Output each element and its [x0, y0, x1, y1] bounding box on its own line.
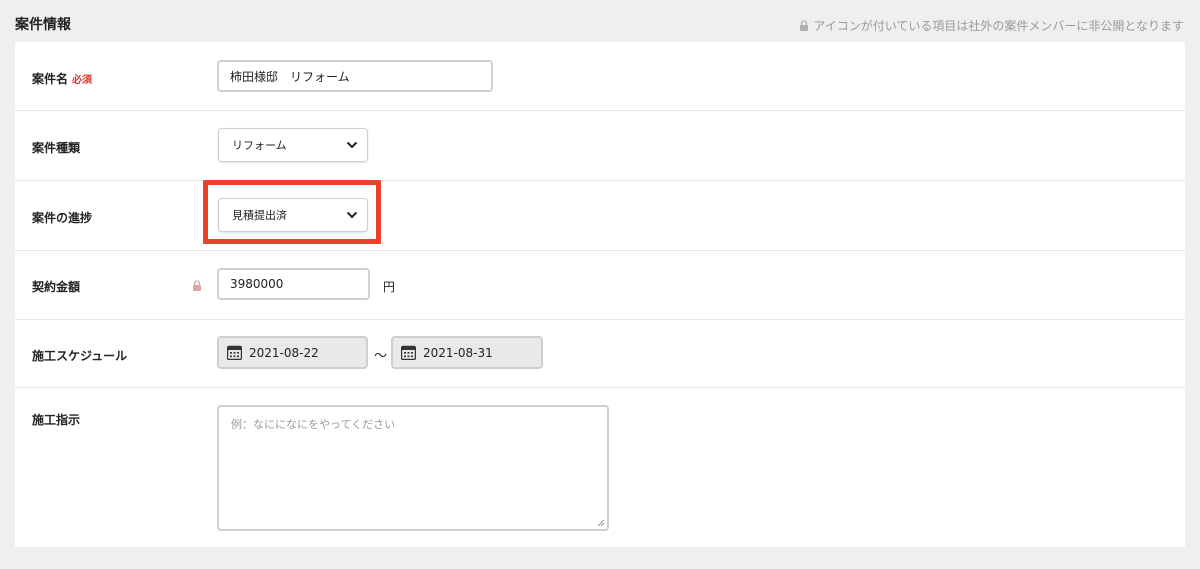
instructions-textarea[interactable]: 例：なにになにをやってください [217, 405, 609, 531]
schedule-end-date[interactable]: 2021-08-31 [391, 336, 543, 369]
contract-amount-input[interactable]: 3980000 [217, 268, 370, 300]
project-type-value: リフォーム [232, 139, 287, 152]
project-name-input[interactable]: 柿田様邸 リフォーム [217, 60, 493, 92]
project-progress-value: 見積提出済 [232, 209, 287, 222]
required-badge: 必須 [72, 75, 93, 86]
resize-grip-icon[interactable] [597, 519, 605, 527]
private-notice: アイコンが付いている項目は社外の案件メンバーに非公開となります [799, 17, 1184, 34]
project-name-value: 柿田様邸 リフォーム [230, 69, 350, 84]
currency-unit: 円 [383, 280, 396, 294]
private-notice-text: アイコンが付いている項目は社外の案件メンバーに非公開となります [813, 19, 1184, 33]
contract-amount-label: 契約金額 [32, 280, 81, 294]
calendar-icon [227, 345, 242, 360]
row-schedule: 施工スケジュール 2021-08-22 〜 2021-08-31 [15, 320, 1185, 388]
project-name-label-text: 案件名 [32, 72, 69, 86]
schedule-start-date[interactable]: 2021-08-22 [217, 336, 368, 369]
schedule-start-value: 2021-08-22 [249, 345, 319, 360]
lock-icon [800, 20, 809, 31]
row-project-progress: 案件の進捗 見積提出済 [15, 181, 1185, 251]
chevron-down-icon [346, 141, 358, 149]
project-name-label: 案件名 必須 [32, 70, 92, 87]
schedule-end-value: 2021-08-31 [423, 345, 493, 360]
project-progress-label: 案件の進捗 [32, 211, 93, 225]
date-range-separator: 〜 [374, 349, 388, 364]
project-type-label: 案件種類 [32, 141, 81, 155]
lock-icon [193, 280, 201, 291]
instructions-label: 施工指示 [32, 413, 81, 427]
calendar-icon [401, 345, 416, 360]
instructions-placeholder: 例：なにになにをやってください [231, 418, 396, 431]
row-project-type: 案件種類 リフォーム [15, 111, 1185, 181]
row-project-name: 案件名 必須 柿田様邸 リフォーム [15, 42, 1185, 111]
section-title: 案件情報 [15, 17, 71, 33]
project-type-select[interactable]: リフォーム [218, 128, 368, 162]
chevron-down-icon [346, 211, 358, 219]
row-instructions: 施工指示 例：なにになにをやってください [15, 388, 1185, 547]
project-progress-select[interactable]: 見積提出済 [218, 198, 368, 232]
schedule-label: 施工スケジュール [32, 349, 128, 363]
contract-amount-value: 3980000 [230, 277, 284, 291]
project-info-panel: 案件名 必須 柿田様邸 リフォーム 案件種類 リフォーム 案件の進捗 見積提出済 … [15, 42, 1185, 547]
row-contract-amount: 契約金額 3980000 円 [15, 251, 1185, 320]
